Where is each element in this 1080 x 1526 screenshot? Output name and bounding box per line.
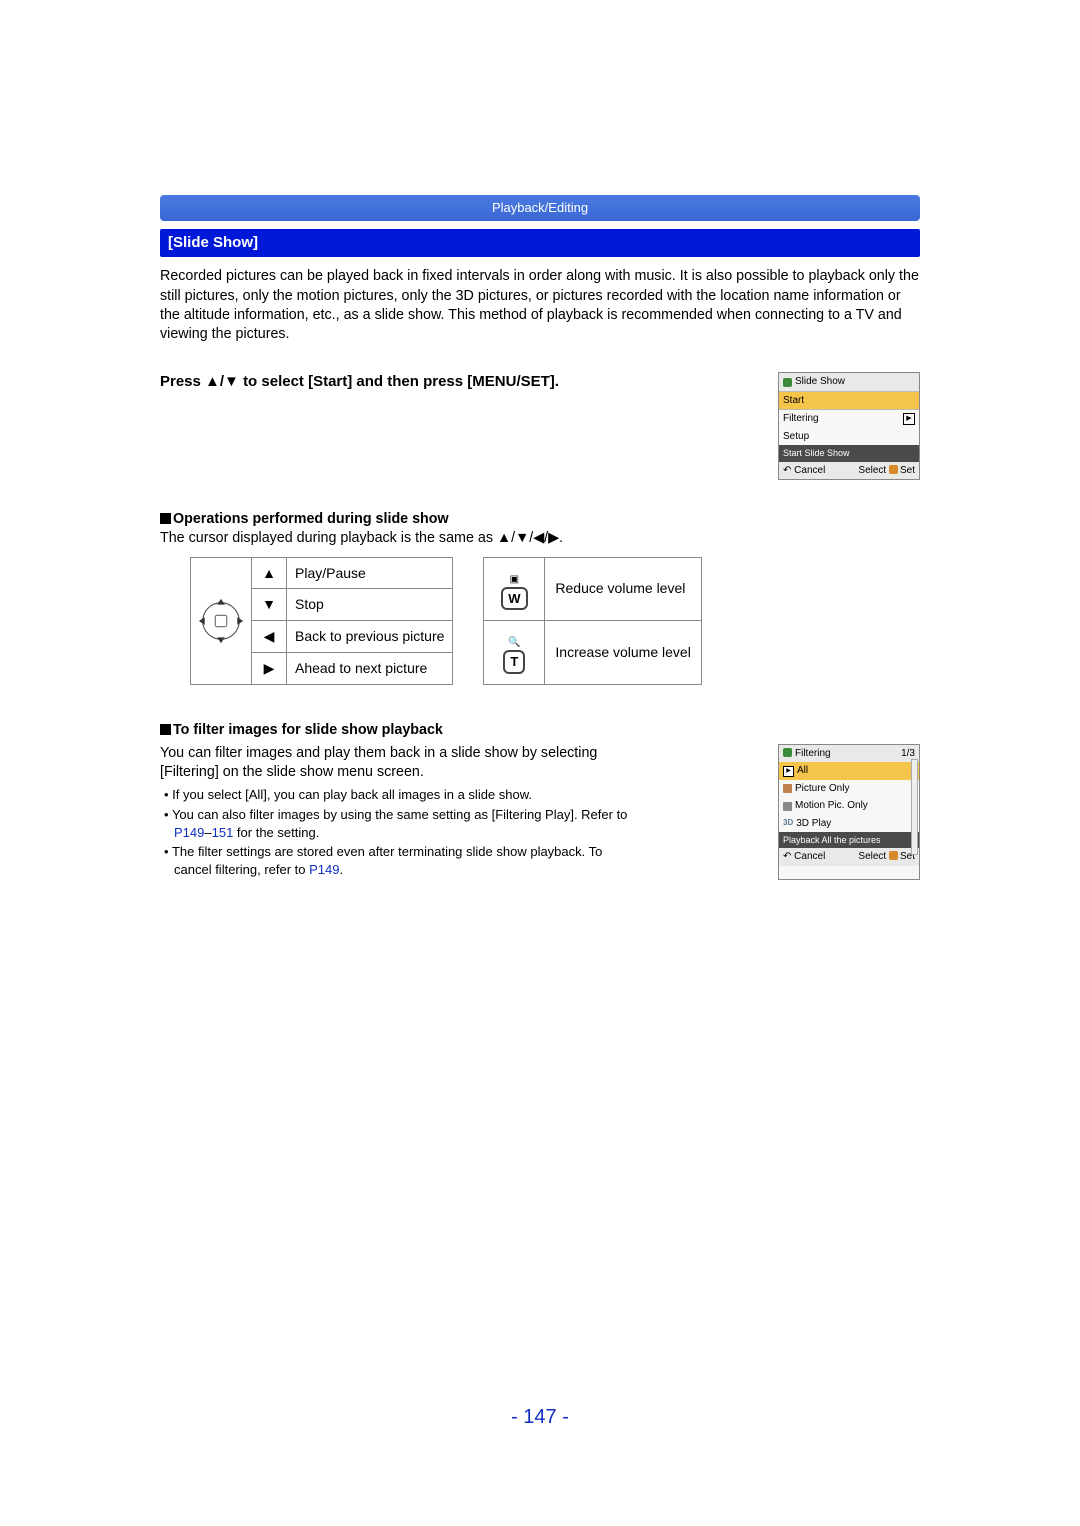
arrow-down-icon: ▼ [252, 589, 287, 621]
link-p149[interactable]: P149 [174, 825, 204, 840]
play-icon: ▶ [903, 413, 915, 425]
zoom-w-cell: ▣ W [484, 557, 545, 620]
motion-icon [783, 802, 792, 811]
wide-icon: ▣ [510, 574, 519, 585]
magnifier-icon: 🔍 [508, 637, 520, 648]
arrow-left-icon: ◀ [252, 621, 287, 653]
menu-title: Slide Show [795, 375, 845, 389]
action-play-pause: Play/Pause [287, 557, 453, 589]
t-key: T [503, 650, 525, 674]
dpad-diagram [190, 557, 251, 685]
zoom-action-table: ▣ W Reduce volume level 🔍 T Increase vol… [483, 557, 701, 685]
arrow-up-icon: ▲ [252, 557, 287, 589]
filter-item-all: All [797, 764, 808, 778]
picture-icon [783, 784, 792, 793]
dpad-icon [197, 597, 245, 645]
bullet-all: If you select [All], you can play back a… [160, 786, 630, 804]
menu-scrollbar [911, 759, 918, 855]
menu-item-start: Start [779, 392, 919, 411]
intro-paragraph: Recorded pictures can be played back in … [160, 267, 920, 344]
3d-icon: 3D [783, 818, 793, 829]
dpad-action-table: ▲Play/Pause ▼Stop ◀Back to previous pict… [251, 557, 453, 685]
filter-select: Select Set [858, 850, 915, 864]
bullet-stored: The filter settings are stored even afte… [160, 843, 630, 878]
action-prev: Back to previous picture [287, 621, 453, 653]
link-p149b[interactable]: P149 [309, 862, 339, 877]
playback-icon: ▶ [783, 766, 794, 777]
zoom-t-cell: 🔍 T [484, 621, 545, 684]
menu-item-filtering: Filtering [783, 412, 819, 426]
operations-heading: Operations performed during slide show [160, 510, 920, 529]
filter-icon [783, 748, 792, 757]
bullet-square-icon [160, 513, 171, 524]
menu-cancel: ↶ Cancel [783, 464, 825, 478]
w-key: W [501, 587, 527, 611]
link-151[interactable]: 151 [212, 825, 234, 840]
action-increase-volume: Increase volume level [545, 621, 701, 684]
action-reduce-volume: Reduce volume level [545, 557, 701, 620]
filter-bullet-list: If you select [All], you can play back a… [160, 786, 630, 878]
slide-show-icon [783, 378, 792, 387]
bullet-square-icon [160, 724, 171, 735]
manual-page: Playback/Editing [Slide Show] Recorded p… [0, 0, 1080, 1526]
filter-menu-title: Filtering [795, 748, 831, 759]
menu-status-bar: Start Slide Show [779, 445, 919, 461]
filter-item-picture: Picture Only [795, 782, 849, 796]
breadcrumb: Playback/Editing [160, 195, 920, 221]
instruction-line: Press ▲/▼ to select [Start] and then pre… [160, 372, 559, 392]
operations-description: The cursor displayed during playback is … [160, 529, 920, 548]
filter-heading: To filter images for slide show playback [160, 721, 920, 740]
menu-item-setup: Setup [783, 430, 809, 444]
bullet-same-setting: You can also filter images by using the … [160, 806, 630, 841]
slide-show-menu-screenshot: Slide Show Start Filtering ▶ Setup Start… [778, 372, 920, 480]
section-title: [Slide Show] [160, 229, 920, 257]
filter-paragraph: You can filter images and play them back… [160, 744, 630, 783]
action-next: Ahead to next picture [287, 652, 453, 684]
filter-cancel: ↶ Cancel [783, 850, 825, 864]
filter-status-bar: Playback All the pictures [779, 832, 919, 848]
filter-item-motion: Motion Pic. Only [795, 799, 868, 813]
action-stop: Stop [287, 589, 453, 621]
arrow-right-icon: ▶ [252, 652, 287, 684]
filtering-menu-screenshot: Filtering 1/3 ▶ All Picture Only Motion … [778, 744, 920, 880]
filter-item-3d: 3D Play [796, 817, 831, 831]
menu-select: Select Set [858, 464, 915, 478]
page-number: - 147 - [0, 1404, 1080, 1431]
